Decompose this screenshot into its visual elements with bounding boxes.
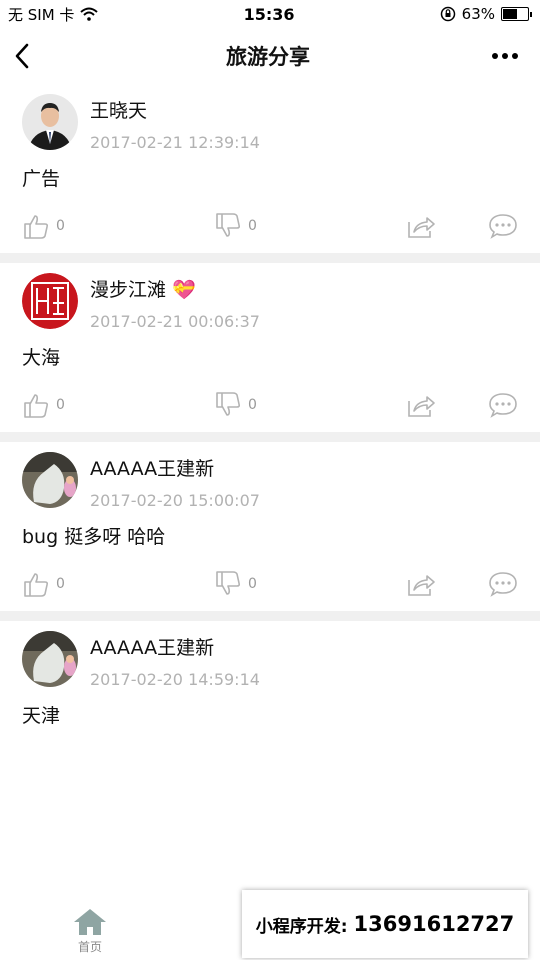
divider (0, 253, 540, 263)
avatar[interactable] (22, 631, 78, 687)
like-count: 0 (56, 218, 65, 234)
battery-percent: 63% (461, 5, 495, 23)
post-content: 天津 (22, 705, 61, 727)
comment-button[interactable] (488, 212, 518, 240)
author-name[interactable]: 王晓天 (90, 96, 260, 123)
dislike-count: 0 (248, 576, 257, 592)
post-time: 2017-02-21 00:06:37 (90, 312, 260, 331)
like-count: 0 (56, 397, 65, 413)
more-dot (512, 53, 518, 59)
author-name[interactable]: AAAAA王建新 (90, 633, 260, 660)
like-button[interactable]: 0 (22, 570, 162, 598)
post-time: 2017-02-20 14:59:14 (90, 670, 260, 689)
nav-bar: 旅游分享 (0, 28, 540, 84)
thumbs-down-icon (216, 571, 241, 595)
status-left: 无 SIM 卡 (8, 4, 99, 25)
post-actions: 0 0 (22, 209, 518, 243)
comment-bubble-icon (489, 393, 517, 418)
avatar-red-seal-icon (22, 273, 78, 329)
post-card: AAAAA王建新 2017-02-20 15:00:07 bug 挺多呀 哈哈 … (0, 442, 540, 611)
thumbs-down-icon (216, 213, 241, 237)
dislike-count: 0 (248, 218, 257, 234)
dislike-button[interactable]: 0 (214, 391, 354, 419)
share-button[interactable] (406, 212, 436, 240)
like-count: 0 (56, 576, 65, 592)
dislike-button[interactable]: 0 (214, 570, 354, 598)
post-actions: 0 0 (22, 388, 518, 422)
like-button[interactable]: 0 (22, 212, 162, 240)
avatar-bottle-icon (22, 631, 78, 687)
comment-bubble-icon (489, 572, 517, 597)
status-right: 63% (440, 5, 532, 23)
divider (0, 611, 540, 621)
back-button[interactable] (14, 41, 44, 71)
thumbs-down-icon (216, 392, 241, 416)
divider (0, 432, 540, 442)
avatar[interactable] (22, 273, 78, 329)
like-button[interactable]: 0 (22, 391, 162, 419)
avatar-man-suit-icon (22, 94, 78, 150)
author-name[interactable]: AAAAA王建新 (90, 454, 260, 481)
post-content: 大海 (22, 347, 61, 369)
comment-bubble-icon (489, 214, 517, 239)
more-dot (502, 53, 508, 59)
post-card: 王晓天 2017-02-21 12:39:14 广告 0 0 (0, 84, 540, 253)
home-icon (74, 909, 106, 935)
tab-home[interactable]: 首页 (0, 900, 180, 960)
page-title: 旅游分享 (226, 45, 310, 69)
share-button[interactable] (406, 570, 436, 598)
post-time: 2017-02-20 15:00:07 (90, 491, 260, 510)
comment-button[interactable] (488, 570, 518, 598)
clock: 15:36 (243, 4, 295, 24)
post-content: 广告 (22, 168, 61, 190)
avatar[interactable] (22, 94, 78, 150)
author-name[interactable]: 漫步江滩 💝 (90, 275, 260, 302)
thumbs-up-icon (24, 215, 49, 239)
battery-fill (503, 9, 518, 19)
comment-button[interactable] (488, 391, 518, 419)
post-card: AAAAA王建新 2017-02-20 14:59:14 天津 (0, 621, 540, 738)
dislike-button[interactable]: 0 (214, 212, 354, 240)
post-time: 2017-02-21 12:39:14 (90, 133, 260, 152)
share-icon (408, 217, 435, 238)
thumbs-up-icon (24, 394, 49, 418)
more-dots-icon (492, 53, 498, 59)
avatar-bottle-icon (22, 452, 78, 508)
orientation-lock-icon (440, 6, 455, 22)
share-icon (408, 396, 435, 417)
post-content: bug 挺多呀 哈哈 (22, 526, 166, 548)
more-button[interactable] (492, 53, 526, 59)
promo-banner[interactable]: 小程序开发: 13691612727 (242, 890, 528, 958)
carrier-label: 无 SIM 卡 (8, 5, 75, 24)
post-card: 漫步江滩 💝 2017-02-21 00:06:37 大海 0 0 (0, 263, 540, 432)
battery-icon (501, 7, 532, 21)
wifi-icon (80, 7, 99, 21)
share-button[interactable] (406, 391, 436, 419)
share-icon (408, 575, 435, 596)
promo-label: 小程序开发: (255, 916, 348, 937)
dislike-count: 0 (248, 397, 257, 413)
thumbs-up-icon (24, 573, 49, 597)
tab-home-label: 首页 (77, 940, 102, 954)
post-actions: 0 0 (22, 567, 518, 601)
back-chevron-icon (15, 43, 29, 69)
promo-phone: 13691612727 (353, 912, 515, 936)
status-bar: 无 SIM 卡 15:36 63% (0, 0, 540, 28)
avatar[interactable] (22, 452, 78, 508)
